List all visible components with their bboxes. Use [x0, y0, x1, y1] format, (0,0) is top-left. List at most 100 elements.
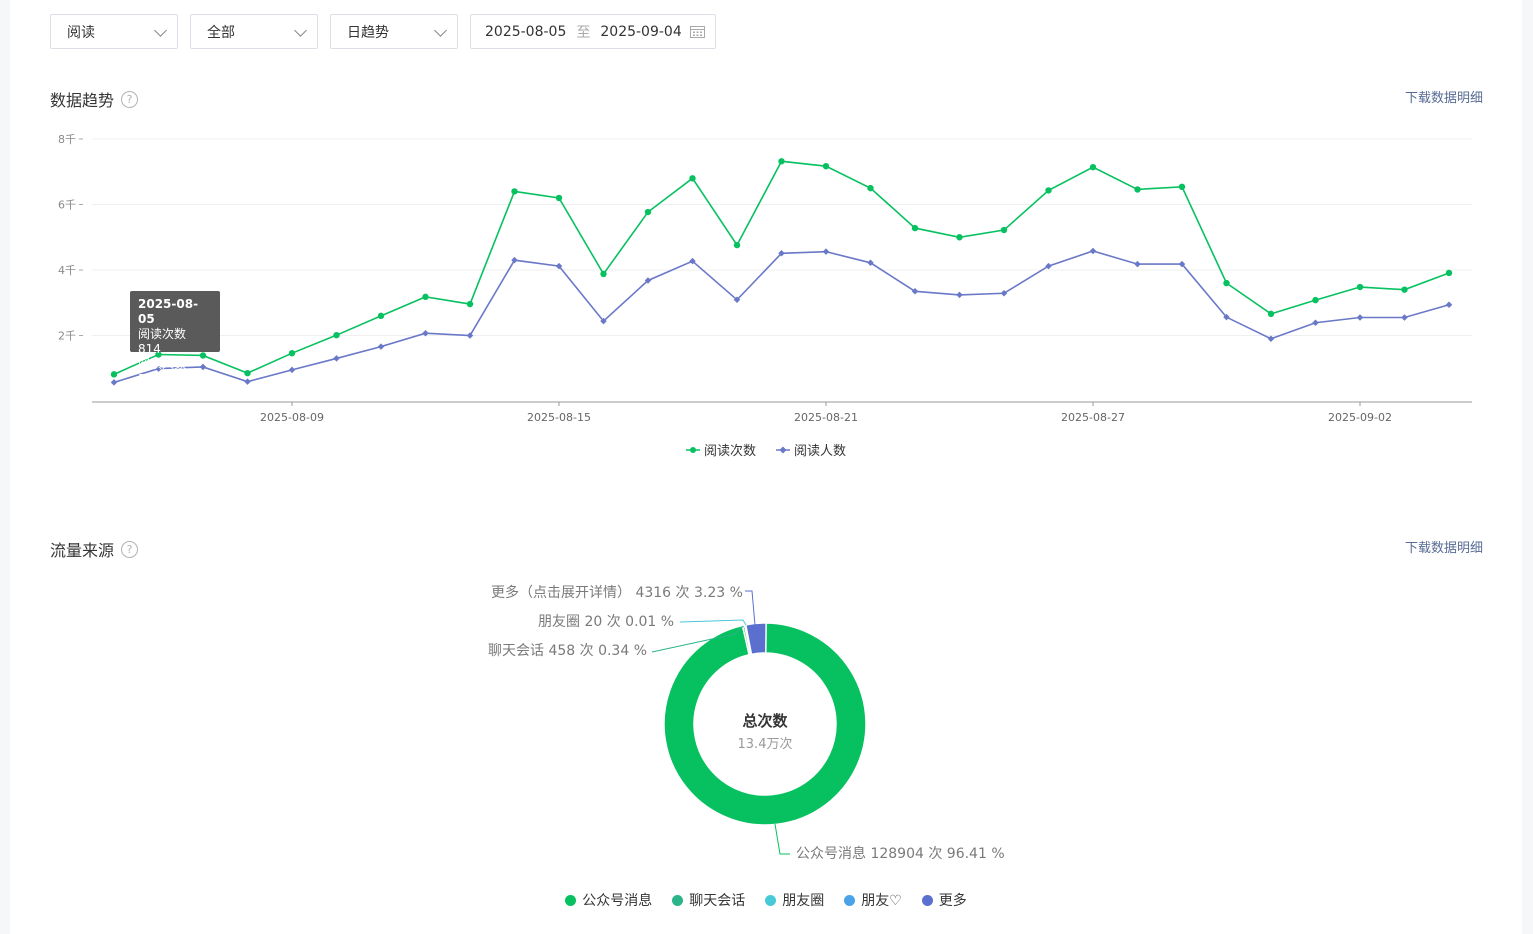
data-point — [377, 312, 385, 320]
data-point — [1312, 296, 1319, 304]
legend-label: 聊天会话 — [689, 893, 746, 909]
data-point — [867, 184, 874, 192]
calendar-icon — [690, 26, 705, 38]
data-point — [333, 355, 340, 362]
metric-select-value: 阅读 — [67, 24, 95, 41]
data-point — [1445, 269, 1453, 277]
data-point — [1223, 279, 1230, 287]
scope-select[interactable]: 全部 — [190, 14, 318, 49]
tooltip-date: 2025-08-05 — [138, 297, 199, 326]
data-point — [377, 343, 385, 350]
metric-select[interactable]: 阅读 — [50, 14, 178, 49]
pie-label-official: 公众号消息 128904 次 96.41 % — [796, 846, 1005, 862]
trend-line-chart: 2千 4千 6千 8千 2025-08-09 2025-08-15 2025-08-21 20… — [58, 133, 1472, 424]
data-point — [822, 248, 830, 255]
tooltip-line2: 阅读人数 567 — [138, 357, 187, 386]
leader-line — [774, 823, 790, 855]
data-point — [689, 175, 696, 182]
chevron-down-icon — [434, 24, 447, 37]
data-point — [600, 270, 607, 278]
data-point — [1267, 310, 1275, 318]
data-point — [110, 379, 118, 386]
help-icon[interactable]: ? — [121, 540, 139, 558]
data-point — [511, 256, 518, 264]
x-tick-label: 2025-08-15 — [527, 411, 591, 424]
granularity-select-value: 日趋势 — [347, 24, 389, 41]
content-panel: 数据趋势 ? 下载数据明细 2千 4千 6千 8千 2025-08-09 2025-08-… — [10, 74, 1522, 934]
donut-legend: 公众号消息 聊天会话 朋友圈 朋友♡ 更多 — [10, 890, 1522, 910]
filter-bar: 阅读 全部 日趋势 2025-08-05 至 2025-09-04 — [10, 0, 1522, 74]
legend-item-readers[interactable]: 阅读人数 — [776, 440, 846, 459]
pie-label-moments: 朋友圈 20 次 0.01 % — [538, 614, 675, 630]
chart-tooltip: 2025-08-05 阅读次数 814 阅读人数 567 — [130, 291, 220, 386]
data-point — [956, 234, 963, 241]
date-end[interactable]: 2025-09-04 — [600, 24, 681, 40]
chevron-down-icon — [154, 24, 167, 37]
data-point — [1000, 226, 1008, 234]
pie-label-more[interactable]: 更多（点击展开详情） 4316 次 3.23 % — [491, 582, 743, 602]
data-point — [778, 158, 785, 165]
legend-line-green-icon — [685, 446, 700, 453]
donut-center-title: 总次数 — [742, 712, 788, 730]
legend-label: 朋友圈 — [782, 893, 825, 909]
tooltip-line1: 阅读次数 814 — [138, 327, 187, 356]
legend-item-chat[interactable]: 聊天会话 — [672, 890, 745, 910]
leader-line — [679, 619, 747, 626]
chevron-down-icon — [294, 24, 307, 37]
legend-line-purple-icon — [776, 445, 790, 454]
data-point — [1045, 187, 1052, 194]
data-point — [555, 194, 563, 202]
data-point — [956, 291, 963, 299]
source-title: 流量来源 — [50, 541, 115, 560]
legend-item-official[interactable]: 公众号消息 — [565, 890, 652, 910]
scope-select-value: 全部 — [207, 24, 235, 41]
legend-dot-icon — [672, 895, 684, 906]
x-tick-label: 2025-08-21 — [794, 411, 858, 424]
legend-label: 阅读次数 — [703, 444, 756, 459]
x-tick-label: 2025-08-09 — [260, 411, 324, 424]
legend-label: 阅读人数 — [794, 444, 847, 459]
data-point — [288, 366, 296, 374]
legend-item-more[interactable]: 更多 — [921, 890, 967, 910]
legend-item-reads[interactable]: 阅读次数 — [685, 440, 756, 459]
data-point — [288, 349, 296, 357]
date-start[interactable]: 2025-08-05 — [485, 24, 566, 40]
data-point — [333, 331, 340, 339]
legend-label: 公众号消息 — [582, 893, 653, 909]
data-point — [1134, 186, 1141, 193]
legend-dot-icon — [844, 895, 856, 906]
leader-line — [745, 590, 756, 626]
legend-item-friends[interactable]: 朋友♡ — [844, 890, 902, 910]
data-point — [1089, 247, 1097, 255]
legend-dot-icon — [565, 895, 577, 906]
data-point — [422, 293, 429, 301]
data-point — [911, 224, 919, 232]
data-point — [1356, 314, 1364, 321]
data-point — [733, 241, 741, 249]
data-point — [244, 369, 251, 377]
y-tick-label: 6千 — [58, 199, 76, 212]
y-tick-label: 8千 — [58, 133, 76, 146]
y-tick-label: 4千 — [58, 264, 76, 277]
source-download-link[interactable]: 下载数据明细 — [1405, 537, 1483, 556]
date-range-picker[interactable]: 2025-08-05 至 2025-09-04 — [470, 14, 716, 49]
x-tick-label: 2025-09-02 — [1328, 411, 1392, 424]
legend-item-moments[interactable]: 朋友圈 — [765, 890, 824, 910]
data-point — [1267, 335, 1275, 343]
granularity-select[interactable]: 日趋势 — [330, 14, 458, 49]
legend-label: 朋友♡ — [861, 893, 902, 909]
donut-center-value: 13.4万次 — [737, 737, 793, 752]
data-point — [1401, 314, 1408, 321]
date-separator: 至 — [576, 24, 591, 41]
data-point — [1312, 319, 1319, 326]
data-point — [1089, 163, 1097, 171]
data-point — [110, 371, 118, 378]
data-point — [511, 188, 518, 195]
legend-dot-icon — [921, 895, 933, 906]
data-point — [1445, 301, 1453, 308]
source-section-title: 流量来源 ? — [50, 537, 139, 561]
data-point — [822, 162, 830, 170]
data-point — [1134, 260, 1141, 268]
data-point — [1401, 286, 1408, 293]
x-tick-label: 2025-08-27 — [1061, 411, 1125, 424]
